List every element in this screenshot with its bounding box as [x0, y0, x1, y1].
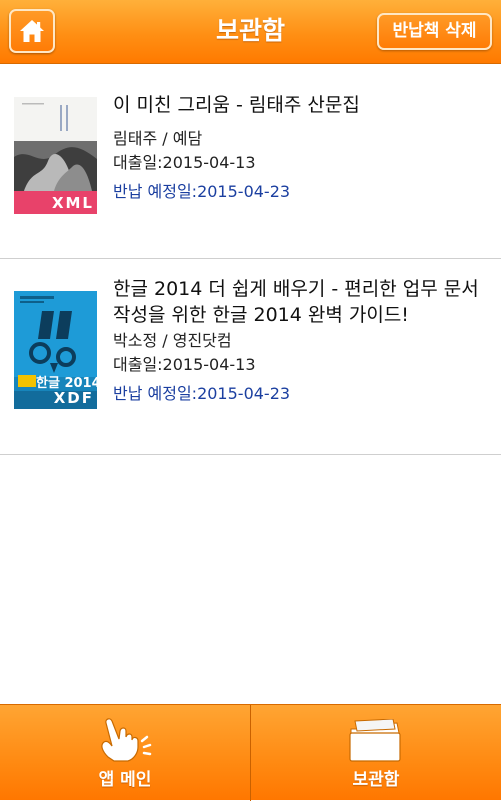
list-item[interactable]: 한글 2014 XDF 한글 2014 더 쉽게 배우기 - 편리한 업무 문서… — [0, 259, 501, 455]
book-author-publisher: 박소정 / 영진닷컴 — [113, 331, 232, 350]
hand-pointer-icon — [101, 718, 152, 762]
loan-date: 대출일:2015-04-13 — [113, 355, 256, 374]
book-cover: XML — [14, 97, 97, 214]
list-item[interactable]: XML 이 미친 그리움 - 림태주 산문집 림태주 / 예담 대출일:2015… — [0, 65, 501, 259]
book-info: 이 미친 그리움 - 림태주 산문집 림태주 / 예담 대출일:2015-04-… — [113, 92, 489, 203]
top-bar: 보관함 반납책 삭제 — [0, 0, 501, 64]
book-title: 이 미친 그리움 - 림태주 산문집 — [113, 94, 360, 116]
tab-label: 앱 메인 — [98, 770, 152, 790]
folder-icon — [349, 719, 401, 762]
delete-returned-books-button[interactable]: 반납책 삭제 — [377, 13, 492, 50]
loan-date: 대출일:2015-04-13 — [113, 153, 256, 172]
due-date: 반납 예정일:2015-04-23 — [113, 384, 291, 403]
book-info: 한글 2014 더 쉽게 배우기 - 편리한 업무 문서 작성을 위한 한글 2… — [113, 276, 489, 405]
tab-bookshelf[interactable]: 보관함 — [251, 705, 501, 801]
book-title: 한글 2014 더 쉽게 배우기 - 편리한 업무 문서 작성을 위한 한글 2… — [113, 278, 479, 326]
bottom-tab-bar: 앱 메인 보관함 — [0, 704, 501, 801]
tab-app-main[interactable]: 앱 메인 — [0, 705, 250, 801]
cover-badge: XDF — [53, 389, 94, 407]
cover-badge: XML — [51, 194, 94, 212]
due-date: 반납 예정일:2015-04-23 — [113, 182, 291, 201]
tab-label: 보관함 — [352, 770, 400, 790]
book-cover: 한글 2014 XDF — [14, 291, 97, 409]
book-author-publisher: 림태주 / 예담 — [113, 129, 203, 148]
